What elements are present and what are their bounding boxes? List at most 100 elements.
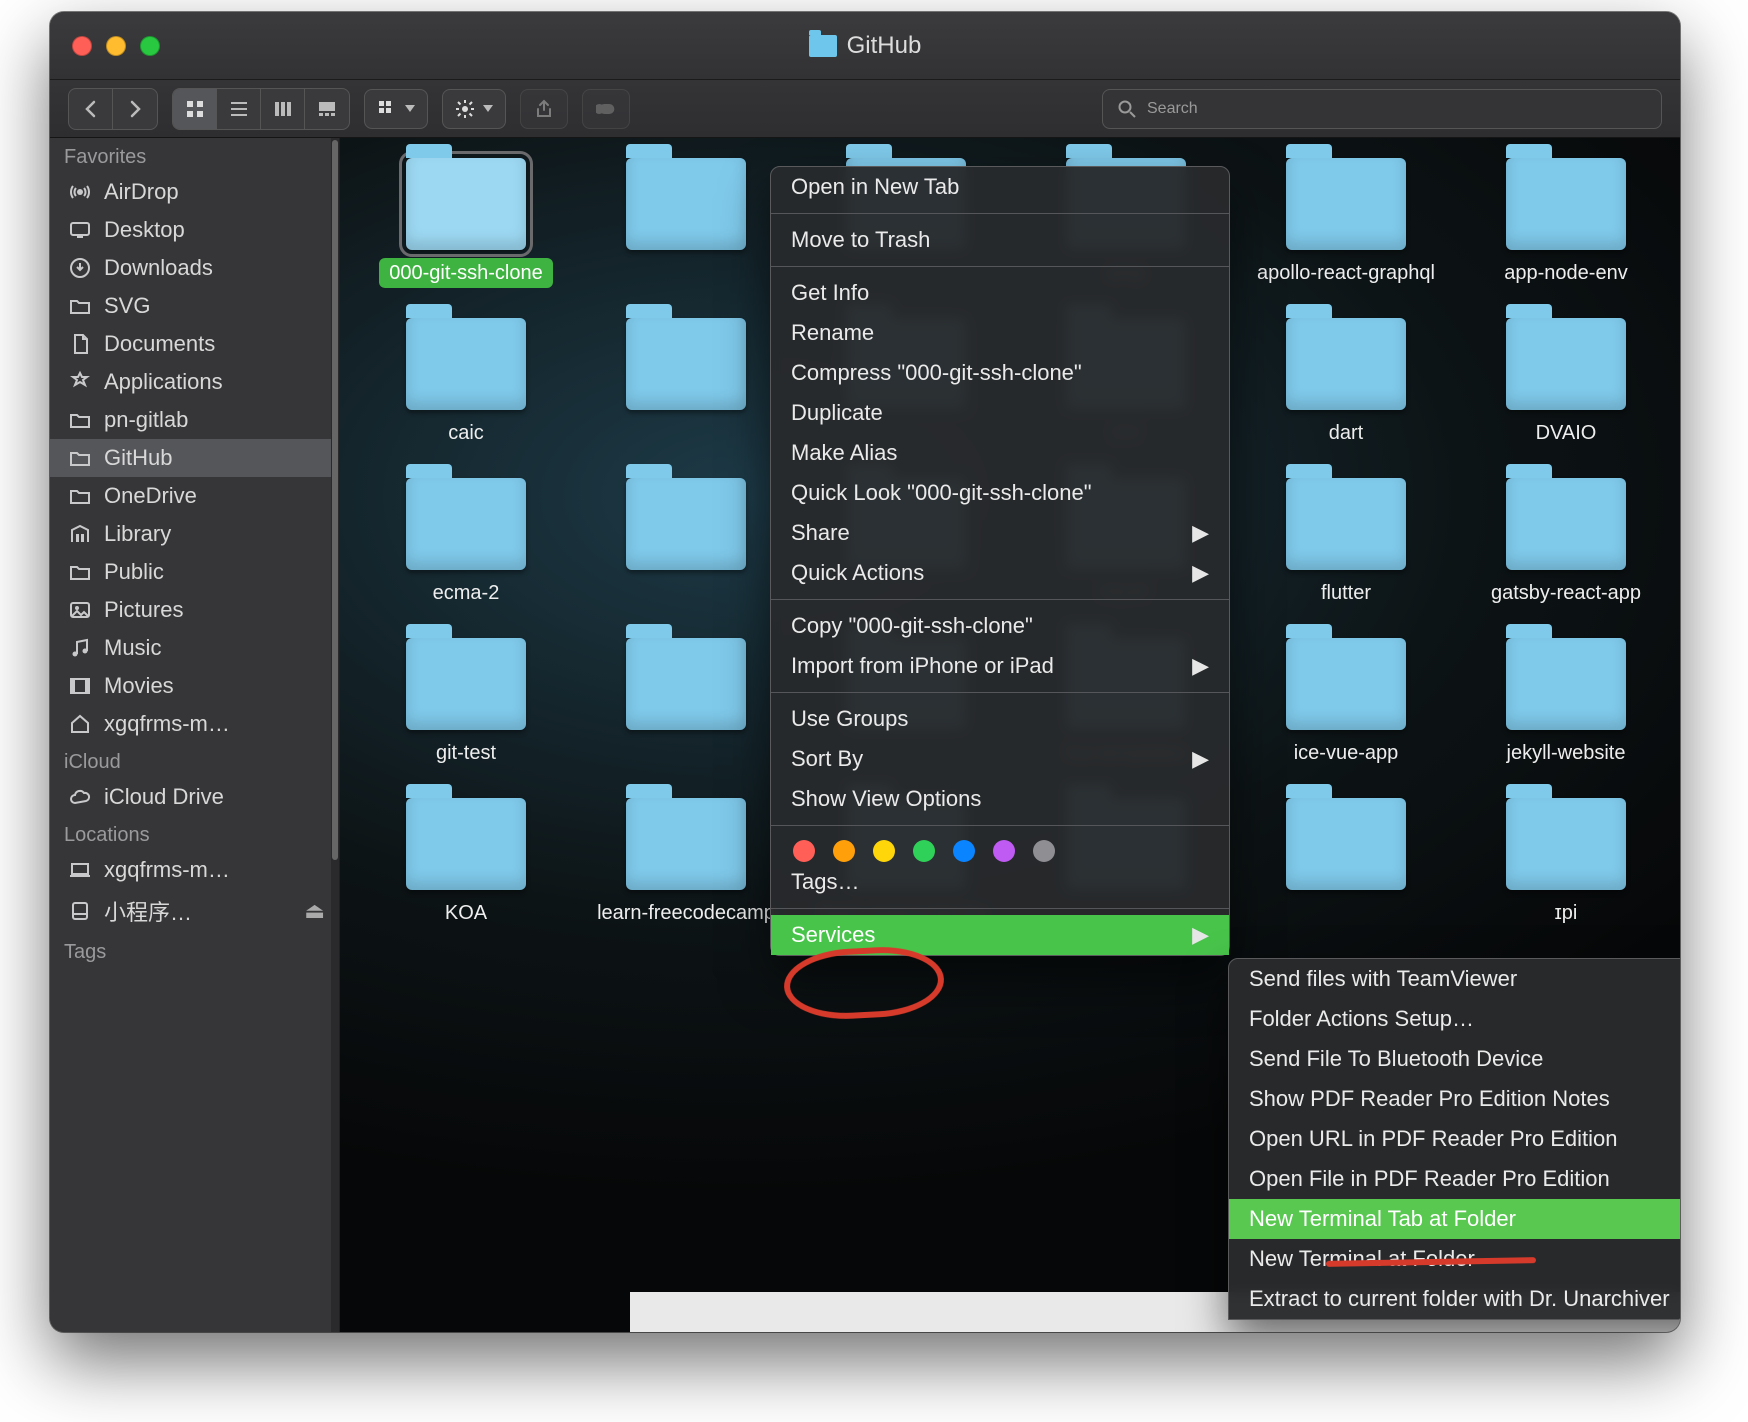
sidebar-item-xgqfrms-m-[interactable]: xgqfrms-m… xyxy=(50,705,339,743)
services-item[interactable]: Send files with TeamViewer xyxy=(1229,959,1680,999)
folder-item[interactable]: 000-git-ssh-clone xyxy=(360,158,572,288)
icon-view-button[interactable] xyxy=(173,89,217,129)
sidebar-item-desktop[interactable]: Desktop xyxy=(50,211,339,249)
disk-icon xyxy=(68,899,92,923)
search-input[interactable]: Search xyxy=(1102,89,1662,129)
share-button[interactable] xyxy=(520,89,568,129)
sidebar-item-music[interactable]: Music xyxy=(50,629,339,667)
menu-move-trash[interactable]: Move to Trash xyxy=(771,220,1229,260)
folder-item[interactable]: gatsby-react-app xyxy=(1460,478,1672,608)
zoom-icon[interactable] xyxy=(140,36,160,56)
tag-color[interactable] xyxy=(953,840,975,862)
folder-icon xyxy=(626,318,746,410)
folder-item[interactable]: dart xyxy=(1240,318,1452,448)
sidebar-item-library[interactable]: Library xyxy=(50,515,339,553)
services-item[interactable]: Show PDF Reader Pro Edition Notes xyxy=(1229,1079,1680,1119)
applications-icon xyxy=(68,370,92,394)
tag-color[interactable] xyxy=(993,840,1015,862)
folder-icon xyxy=(1506,798,1626,890)
tag-color[interactable] xyxy=(793,840,815,862)
folder-item[interactable] xyxy=(580,158,792,288)
menu-use-groups[interactable]: Use Groups xyxy=(771,699,1229,739)
folder-item[interactable]: caic xyxy=(360,318,572,448)
action-button[interactable] xyxy=(442,89,506,129)
sidebar-scrollbar[interactable] xyxy=(331,138,339,1332)
sidebar-item-github[interactable]: GitHub xyxy=(50,439,339,477)
close-icon[interactable] xyxy=(72,36,92,56)
forward-button[interactable] xyxy=(113,89,157,129)
window-controls xyxy=(72,36,160,56)
folder-item[interactable] xyxy=(580,638,792,768)
minimize-icon[interactable] xyxy=(106,36,126,56)
menu-duplicate[interactable]: Duplicate xyxy=(771,393,1229,433)
sidebar-item-label: iCloud Drive xyxy=(104,784,224,810)
folder-item[interactable]: app-node-env xyxy=(1460,158,1672,288)
column-view-button[interactable] xyxy=(261,89,305,129)
sidebar-item-svg[interactable]: SVG xyxy=(50,287,339,325)
folder-item[interactable]: jekyll-website xyxy=(1460,638,1672,768)
sidebar-item-xgqfrms-m-[interactable]: xgqfrms-m… xyxy=(50,851,339,889)
menu-get-info[interactable]: Get Info xyxy=(771,273,1229,313)
menu-copy[interactable]: Copy "000-git-ssh-clone" xyxy=(771,606,1229,646)
sidebar-item-pn-gitlab[interactable]: pn-gitlab xyxy=(50,401,339,439)
folder-item[interactable] xyxy=(1240,798,1452,952)
folder-item[interactable]: KOA xyxy=(360,798,572,952)
menu-quick-actions[interactable]: Quick Actions▶ xyxy=(771,553,1229,593)
folder-item[interactable]: apollo-react-graphql xyxy=(1240,158,1452,288)
folder-item[interactable]: ɪpi xyxy=(1460,798,1672,952)
sidebar-item-pictures[interactable]: Pictures xyxy=(50,591,339,629)
services-item-label: Send files with TeamViewer xyxy=(1249,966,1517,991)
folder-item[interactable]: flutter xyxy=(1240,478,1452,608)
back-button[interactable] xyxy=(69,89,113,129)
menu-import[interactable]: Import from iPhone or iPad▶ xyxy=(771,646,1229,686)
menu-compress[interactable]: Compress "000-git-ssh-clone" xyxy=(771,353,1229,393)
menu-services[interactable]: Services▶ xyxy=(771,915,1229,955)
menu-sort-by[interactable]: Sort By▶ xyxy=(771,739,1229,779)
services-item[interactable]: Open URL in PDF Reader Pro Edition xyxy=(1229,1119,1680,1159)
services-item[interactable]: Extract to current folder with Dr. Unarc… xyxy=(1229,1279,1680,1319)
arrange-button[interactable] xyxy=(364,89,428,129)
tags-button[interactable] xyxy=(582,89,630,129)
eject-icon[interactable]: ⏏ xyxy=(304,898,325,924)
menu-view-options[interactable]: Show View Options xyxy=(771,779,1229,819)
sidebar-item-movies[interactable]: Movies xyxy=(50,667,339,705)
services-item[interactable]: Send File To Bluetooth Device xyxy=(1229,1039,1680,1079)
services-item-label: Open URL in PDF Reader Pro Edition xyxy=(1249,1126,1617,1151)
folder-label: gatsby-react-app xyxy=(1481,578,1651,608)
tag-color[interactable] xyxy=(873,840,895,862)
tag-color[interactable] xyxy=(1033,840,1055,862)
sidebar-item-airdrop[interactable]: AirDrop xyxy=(50,173,339,211)
folder-icon xyxy=(626,478,746,570)
desktop-icon xyxy=(68,218,92,242)
folder-icon xyxy=(1286,638,1406,730)
folder-item[interactable] xyxy=(580,318,792,448)
folder-item[interactable]: learn-freecodecamp xyxy=(580,798,792,952)
menu-quick-look[interactable]: Quick Look "000-git-ssh-clone" xyxy=(771,473,1229,513)
sidebar-item-applications[interactable]: Applications xyxy=(50,363,339,401)
menu-tags[interactable]: Tags… xyxy=(771,862,1229,902)
tag-color[interactable] xyxy=(833,840,855,862)
services-item[interactable]: Folder Actions Setup… xyxy=(1229,999,1680,1039)
chevron-down-icon xyxy=(483,105,493,112)
menu-make-alias[interactable]: Make Alias xyxy=(771,433,1229,473)
services-item[interactable]: New Terminal Tab at Folder xyxy=(1229,1199,1680,1239)
folder-item[interactable]: ice-vue-app xyxy=(1240,638,1452,768)
menu-rename[interactable]: Rename xyxy=(771,313,1229,353)
folder-item[interactable]: DVAIO xyxy=(1460,318,1672,448)
gallery-view-button[interactable] xyxy=(305,89,349,129)
menu-open-new-tab[interactable]: Open in New Tab xyxy=(771,167,1229,207)
sidebar-item-downloads[interactable]: Downloads xyxy=(50,249,339,287)
sidebar-item-public[interactable]: Public xyxy=(50,553,339,591)
sidebar-item-icloud-drive[interactable]: iCloud Drive xyxy=(50,778,339,816)
sidebar-item-documents[interactable]: Documents xyxy=(50,325,339,363)
sidebar-group-label: Favorites xyxy=(50,138,339,173)
menu-share[interactable]: Share▶ xyxy=(771,513,1229,553)
tag-color[interactable] xyxy=(913,840,935,862)
folder-item[interactable]: ecma-2 xyxy=(360,478,572,608)
sidebar-item-onedrive[interactable]: OneDrive xyxy=(50,477,339,515)
services-item[interactable]: Open File in PDF Reader Pro Edition xyxy=(1229,1159,1680,1199)
folder-item[interactable] xyxy=(580,478,792,608)
folder-item[interactable]: git-test xyxy=(360,638,572,768)
sidebar-item--[interactable]: 小程序…⏏ xyxy=(50,889,339,933)
list-view-button[interactable] xyxy=(217,89,261,129)
